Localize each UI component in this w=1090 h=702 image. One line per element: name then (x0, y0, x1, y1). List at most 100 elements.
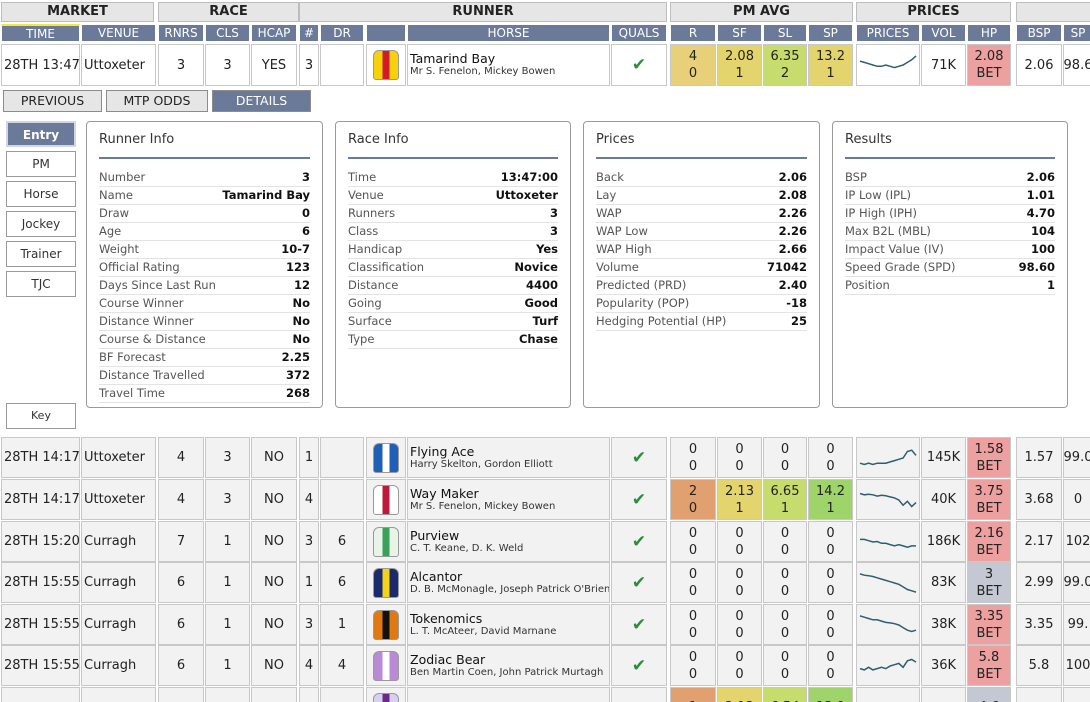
prices-sparkline-cell[interactable] (856, 44, 920, 86)
price-sparkline (859, 492, 917, 508)
sp-value: 100 (1063, 645, 1090, 686)
horse-name[interactable]: Alcantor (410, 569, 462, 584)
horse-cell[interactable]: Way Maker Mr S. Fenelon, Mickey Bowen (407, 479, 610, 520)
horse-cell[interactable]: Tokenomics L. T. McAteer, David Marnane (407, 604, 610, 645)
key-button[interactable]: Key (6, 403, 76, 429)
column-header-dr[interactable]: DR (320, 24, 364, 42)
column-header-sl[interactable]: SL (763, 24, 807, 42)
column-header-hcap[interactable]: HCAP (251, 24, 297, 42)
column-header-rnrs[interactable]: RNRS (158, 24, 204, 42)
quals-cell: ✔ (611, 604, 667, 645)
prices-sparkline-cell[interactable] (856, 604, 920, 645)
runner-row[interactable]: 28TH 14:17 Uttoxeter 4 3 NO 1 Flying Ace Harry … (0, 437, 1090, 478)
pm-r-bottom: 0 (688, 542, 698, 558)
column-header-sp[interactable]: SP (808, 24, 853, 42)
column-header-hp[interactable]: HP (967, 24, 1011, 42)
hp-bet-button[interactable]: 2.16 BET (967, 521, 1011, 562)
side-nav-trainer[interactable]: Trainer (6, 241, 76, 267)
side-nav-tjc[interactable]: TJC (6, 271, 76, 297)
pm-sl-bottom: 0 (780, 583, 790, 599)
runner-row[interactable]: Caelan ✔ 12.126.5413.9 4.6 (0, 687, 1090, 702)
column-header-prices[interactable]: PRICES (856, 24, 920, 42)
results-list: BSP 2.06 IP Low (IPL) 1.01 IP High (IPH) 4.70… (845, 169, 1055, 295)
pm-sl: 6.35 2 (763, 44, 807, 86)
hp-bet-button[interactable]: 1.58 BET (967, 437, 1011, 478)
horse-cell[interactable]: Alcantor D. B. McMonagle, Joseph Patrick … (407, 562, 610, 603)
pm-sp: 00 (808, 645, 853, 686)
hp-bet-button[interactable]: 2.08 BET (967, 44, 1011, 86)
results-label: Impact Value (IV) (845, 242, 944, 256)
runner-row[interactable]: 28TH 15:55 Curragh 6 1 NO 4 4 Zodiac Bear Ben Ma… (0, 645, 1090, 686)
column-header-silk[interactable] (366, 24, 406, 42)
horse-cell[interactable]: Tamarind Bay Mr S. Fenelon, Mickey Bowen (407, 44, 610, 86)
column-header-venue[interactable]: VENUE (81, 24, 156, 42)
pm-sf-top: 2.13 (725, 483, 754, 499)
silk-cell (366, 437, 406, 478)
runner-row-selected[interactable]: 28TH 13:47 Uttoxeter 3 3 YES 3 Tamarind Bay Mr … (0, 44, 1090, 86)
horse-cell[interactable]: Caelan (407, 687, 610, 702)
hp-bet-button[interactable]: 5.8 BET (967, 645, 1011, 686)
runner-info-row: Number 3 (99, 169, 310, 187)
runners-count: 6 (158, 645, 204, 686)
hp-bet-button[interactable]: 3.75 BET (967, 479, 1011, 520)
column-header-bsp[interactable]: BSP (1016, 24, 1062, 42)
column-header-quals[interactable]: QUALS (611, 24, 667, 42)
runner-row[interactable]: 28TH 14:17 Uttoxeter 4 3 NO 4 Way Maker Mr S. F… (0, 479, 1090, 520)
pm-sp-top: 0 (826, 525, 835, 541)
side-nav-jockey[interactable]: Jockey (6, 211, 76, 237)
race-info-row: Surface Turf (348, 313, 558, 331)
hp-bet-button[interactable]: 4.6 (967, 687, 1011, 702)
tab-details[interactable]: DETAILS (212, 90, 311, 112)
side-nav-horse[interactable]: Horse (6, 181, 76, 207)
hp-bottom: BET (976, 66, 1002, 81)
pm-sl-bottom: 0 (780, 458, 790, 474)
column-header-cls[interactable]: CLS (205, 24, 250, 42)
column-header-horse[interactable]: HORSE (407, 24, 610, 42)
jockey-silk-icon (373, 609, 399, 640)
horse-cell[interactable]: Purview C. T. Keane, D. K. Weld (407, 521, 610, 562)
runner-info-value: No (292, 314, 310, 328)
prices-sparkline-cell[interactable] (856, 479, 920, 520)
pm-sf-top: 0 (735, 608, 744, 624)
horse-cell[interactable]: Flying Ace Harry Skelton, Gordon Elliott (407, 437, 610, 478)
prices-sparkline-cell[interactable] (856, 521, 920, 562)
horse-name[interactable]: Flying Ace (410, 444, 474, 459)
prices-sparkline-cell[interactable] (856, 645, 920, 686)
runner-row[interactable]: 28TH 15:20 Curragh 7 1 NO 3 6 Purview C. T. Kean… (0, 521, 1090, 562)
hp-bet-button[interactable]: 3 BET (967, 562, 1011, 603)
column-header-time[interactable]: TIME (1, 24, 80, 42)
prices-row: Predicted (PRD) 2.40 (596, 277, 807, 295)
runner-row[interactable]: 28TH 15:55 Curragh 6 1 NO 1 6 Alcantor D. B. McM… (0, 562, 1090, 603)
column-header--[interactable]: # (299, 24, 319, 42)
runner-row[interactable]: 28TH 15:55 Curragh 6 1 NO 3 1 Tokenomics L. T. M… (0, 604, 1090, 645)
runner-info-row: Weight 10-7 (99, 241, 310, 259)
panel-race-info: Race Info Time 13:47:00 Venue Uttoxeter Runn… (335, 121, 571, 408)
horse-name[interactable]: Way Maker (410, 486, 479, 501)
runner-info-label: Days Since Last Run (99, 278, 216, 292)
prices-sparkline-cell[interactable] (856, 437, 920, 478)
jockey-trainer: C. T. Keane, D. K. Weld (410, 542, 524, 554)
horse-cell[interactable]: Zodiac Bear Ben Martin Coen, John Patrick… (407, 645, 610, 686)
column-header-vol[interactable]: VOL (921, 24, 966, 42)
column-header-r[interactable]: R (670, 24, 716, 42)
hp-bet-button[interactable]: 3.35 BET (967, 604, 1011, 645)
horse-name[interactable]: Tokenomics (410, 611, 482, 626)
volume (921, 687, 966, 702)
tab-previous[interactable]: PREVIOUS (3, 90, 102, 112)
horse-name[interactable]: Zodiac Bear (410, 652, 485, 667)
column-header-sf[interactable]: SF (717, 24, 762, 42)
prices-sparkline-cell[interactable] (856, 562, 920, 603)
panel-title: Prices (596, 132, 807, 159)
jockey-silk-icon (373, 567, 399, 598)
tab-mtp-odds[interactable]: MTP ODDS (106, 90, 208, 112)
side-nav-pm[interactable]: PM (6, 151, 76, 177)
horse-name[interactable]: Tamarind Bay (410, 52, 495, 66)
pm-sp-top: 0 (826, 566, 835, 582)
horse-name[interactable]: Purview (410, 528, 459, 543)
prices-sparkline-cell[interactable] (856, 687, 920, 702)
pm-sl-bottom: 2 (780, 66, 790, 81)
column-header-sp[interactable]: SP (1063, 24, 1090, 42)
class: 3 (205, 44, 250, 86)
race-info-value: 13:47:00 (500, 170, 558, 184)
side-nav-entry[interactable]: Entry (6, 121, 76, 147)
